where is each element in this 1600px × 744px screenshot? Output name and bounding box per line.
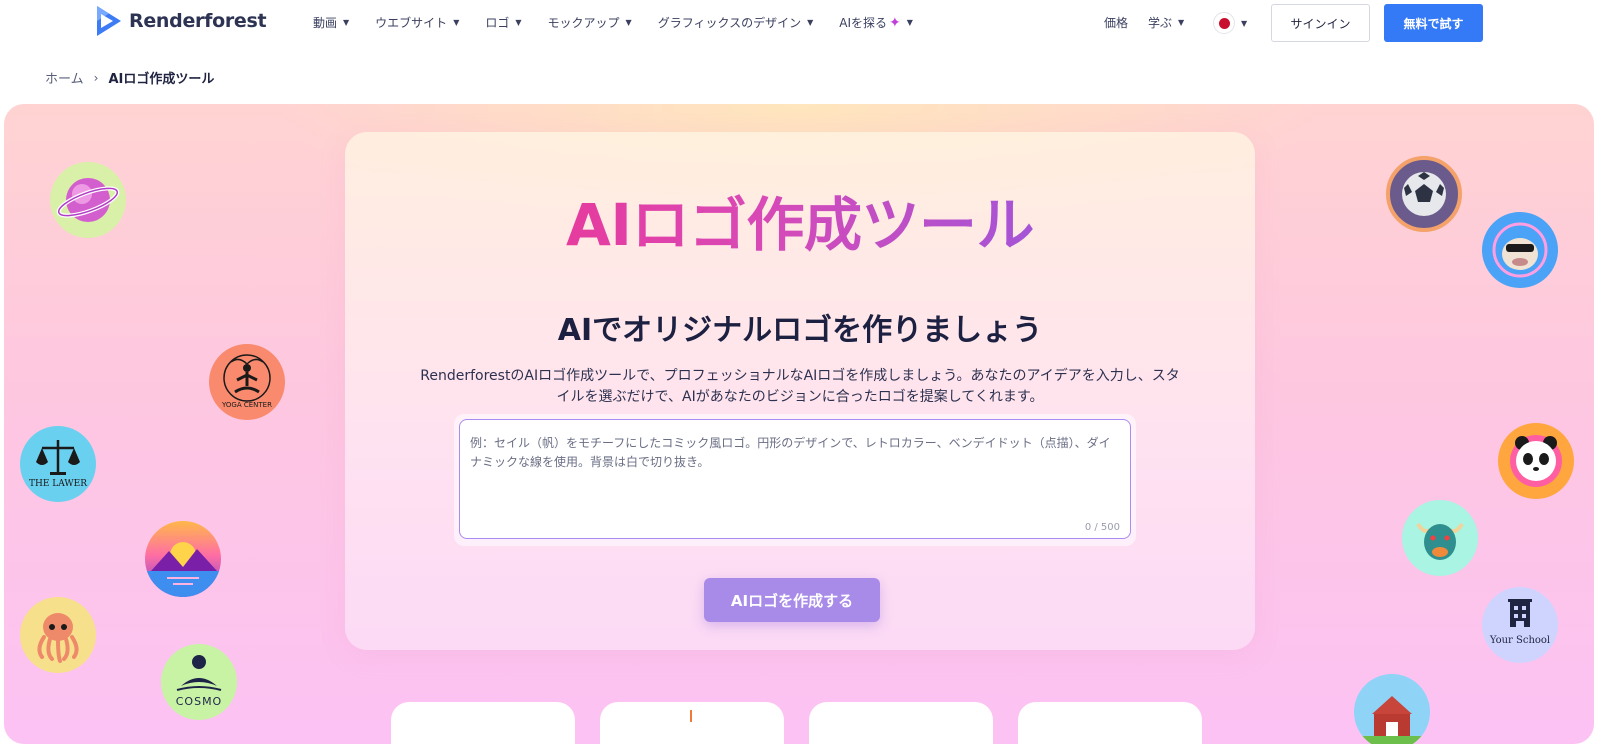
yoga-center-label: YOGA CENTER xyxy=(222,401,272,409)
cosmo-logo-sample: COSMO xyxy=(161,644,237,720)
nav-item-graphic-design[interactable]: グラフィックスのデザイン ▼ xyxy=(658,14,814,31)
nav-item-learn[interactable]: 学ぶ ▼ xyxy=(1148,14,1184,31)
page-description: RenderforestのAIロゴ作成ツールで、プロフェッショナルなAIロゴを作… xyxy=(420,368,1180,405)
meditation-icon xyxy=(176,655,222,691)
planet-icon xyxy=(56,178,120,222)
nav-item-label: AIを探る xyxy=(839,16,887,30)
chevron-right-icon: › xyxy=(93,70,99,85)
caret-down-icon: ▼ xyxy=(906,18,913,27)
bull-icon xyxy=(1416,522,1464,560)
japan-flag-icon xyxy=(1213,12,1235,34)
nav-item-label: モックアップ xyxy=(547,16,620,30)
style-card[interactable] xyxy=(600,702,784,744)
nav-item-video[interactable]: 動画 ▼ xyxy=(313,14,349,31)
bulldog-logo-sample xyxy=(1482,212,1558,288)
caret-down-icon: ▼ xyxy=(1241,18,1248,28)
learn-label: 学ぶ xyxy=(1148,16,1173,30)
signin-button[interactable]: サインイン xyxy=(1271,4,1370,42)
nav-item-website[interactable]: ウエブサイト ▼ xyxy=(375,14,459,31)
bull-logo-sample xyxy=(1402,500,1478,576)
renderforest-logo-icon xyxy=(97,6,121,36)
barn-logo-sample xyxy=(1354,674,1430,744)
character-counter: 0 / 500 xyxy=(1084,522,1120,533)
caret-down-icon: ▼ xyxy=(515,18,522,27)
caret-down-icon: ▼ xyxy=(343,18,350,27)
style-card[interactable] xyxy=(1018,702,1202,744)
create-ai-logo-button[interactable]: AIロゴを作成する xyxy=(704,578,880,622)
ai-logo-generator-card: AIロゴ作成ツール AIでオリジナルロゴを作りましょう Renderforest… xyxy=(345,132,1255,650)
hero-section: YOGA CENTER THE LAWER COSMO Your School … xyxy=(4,104,1594,744)
brand-logo[interactable]: Renderforest xyxy=(95,4,267,38)
nav-item-explore-ai[interactable]: AIを探る ✦ ▼ xyxy=(839,14,913,31)
decoration-mark xyxy=(690,710,692,722)
brand-name: Renderforest xyxy=(129,10,267,32)
caret-down-icon: ▼ xyxy=(625,18,632,27)
octopus-icon xyxy=(37,613,79,663)
breadcrumb-current: AIロゴ作成ツール xyxy=(108,72,215,87)
nav-item-pricing[interactable]: 価格 xyxy=(1104,14,1128,31)
breadcrumb: ホーム › AIロゴ作成ツール xyxy=(45,68,215,88)
sunset-logo-sample xyxy=(145,521,221,597)
page-title: AIロゴ作成ツール xyxy=(345,192,1255,259)
octopus-logo-sample xyxy=(20,597,96,673)
caret-down-icon: ▼ xyxy=(807,18,814,27)
nav-item-label: 動画 xyxy=(313,16,338,30)
nav-item-label: ウエブサイト xyxy=(375,16,448,30)
page-subtitle: AIでオリジナルロゴを作りましょう xyxy=(557,313,1043,348)
planet-logo-sample xyxy=(50,162,126,238)
site-header: Renderforest 動画 ▼ ウエブサイト ▼ ロゴ ▼ モックアップ ▼ グラフ… xyxy=(0,0,1600,46)
nav-item-label: ロゴ xyxy=(485,16,510,30)
your-school-logo-sample: Your School xyxy=(1482,587,1558,663)
soccer-ball-logo-sample xyxy=(1386,156,1462,232)
lawyer-label: THE LAWER xyxy=(29,479,87,489)
pricing-label: 価格 xyxy=(1104,16,1129,30)
panda-icon xyxy=(1510,435,1562,487)
sunset-mountains-icon xyxy=(145,542,221,597)
style-card[interactable] xyxy=(391,702,575,744)
nav-item-logo[interactable]: ロゴ ▼ xyxy=(485,14,521,31)
lawyer-logo-sample: THE LAWER xyxy=(20,426,96,502)
free-trial-button[interactable]: 無料で試す xyxy=(1384,4,1483,42)
language-selector[interactable]: ▼ xyxy=(1213,12,1247,34)
caret-down-icon: ▼ xyxy=(1178,18,1185,27)
caret-down-icon: ▼ xyxy=(453,18,460,27)
yoga-center-logo-sample: YOGA CENTER xyxy=(209,344,285,420)
nav-item-mockup[interactable]: モックアップ ▼ xyxy=(548,14,632,31)
soccer-ball-icon xyxy=(1402,172,1446,216)
bulldog-icon xyxy=(1492,222,1548,278)
prompt-placeholder: 例：セイル（帆）をモチーフにしたコミック風ロゴ。円形のデザインで、レトロカラー、… xyxy=(470,436,1111,469)
your-school-label: Your School xyxy=(1489,635,1551,646)
barn-icon xyxy=(1354,696,1430,744)
cosmo-label: COSMO xyxy=(175,695,223,708)
sparkle-icon: ✦ xyxy=(889,14,901,31)
panda-logo-sample xyxy=(1498,423,1574,499)
main-nav: 動画 ▼ ウエブサイト ▼ ロゴ ▼ モックアップ ▼ グラフィックスのデザイン ▼ AI… xyxy=(313,14,913,31)
breadcrumb-home[interactable]: ホーム xyxy=(45,68,84,87)
style-card[interactable] xyxy=(809,702,993,744)
nav-item-label: グラフィックスのデザイン xyxy=(657,16,802,30)
school-building-icon xyxy=(1508,599,1532,627)
scales-of-justice-icon xyxy=(36,440,80,475)
prompt-textarea[interactable]: 例：セイル（帆）をモチーフにしたコミック風ロゴ。円形のデザインで、レトロカラー、… xyxy=(459,419,1131,539)
